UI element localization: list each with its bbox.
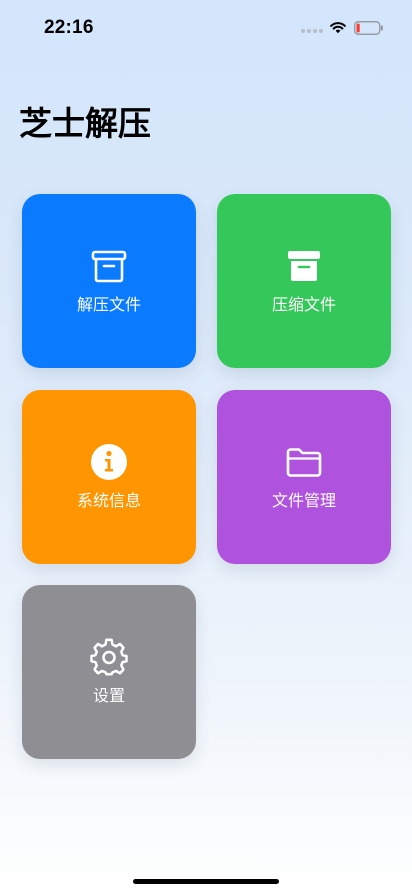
- tile-settings[interactable]: 设置: [22, 585, 196, 759]
- battery-fill: [356, 23, 360, 33]
- tile-label: 解压文件: [76, 295, 141, 314]
- status-time: 22:16: [44, 17, 94, 38]
- signal-dots-icon: [301, 29, 323, 33]
- tile-system-info[interactable]: 系统信息: [22, 390, 196, 564]
- folder-icon: [286, 448, 322, 477]
- archive-box-filled-icon: [288, 251, 320, 281]
- page-title: 芝士解压: [19, 104, 151, 143]
- tile-file-manager[interactable]: 文件管理: [217, 390, 391, 564]
- gear-icon: [90, 638, 128, 676]
- status-bar: 22:16: [0, 0, 412, 56]
- tile-label: 文件管理: [271, 491, 336, 510]
- wifi-icon: [330, 22, 346, 34]
- tile-label: 设置: [92, 686, 125, 705]
- home-indicator: [133, 879, 279, 884]
- battery-low-icon: [354, 21, 383, 35]
- tile-label: 压缩文件: [271, 295, 336, 314]
- info-circle-icon: [91, 444, 127, 480]
- tile-extract-files[interactable]: 解压文件: [22, 194, 196, 368]
- tile-label: 系统信息: [76, 491, 141, 510]
- tile-compress-files[interactable]: 压缩文件: [217, 194, 391, 368]
- archive-box-open-icon: [91, 250, 127, 283]
